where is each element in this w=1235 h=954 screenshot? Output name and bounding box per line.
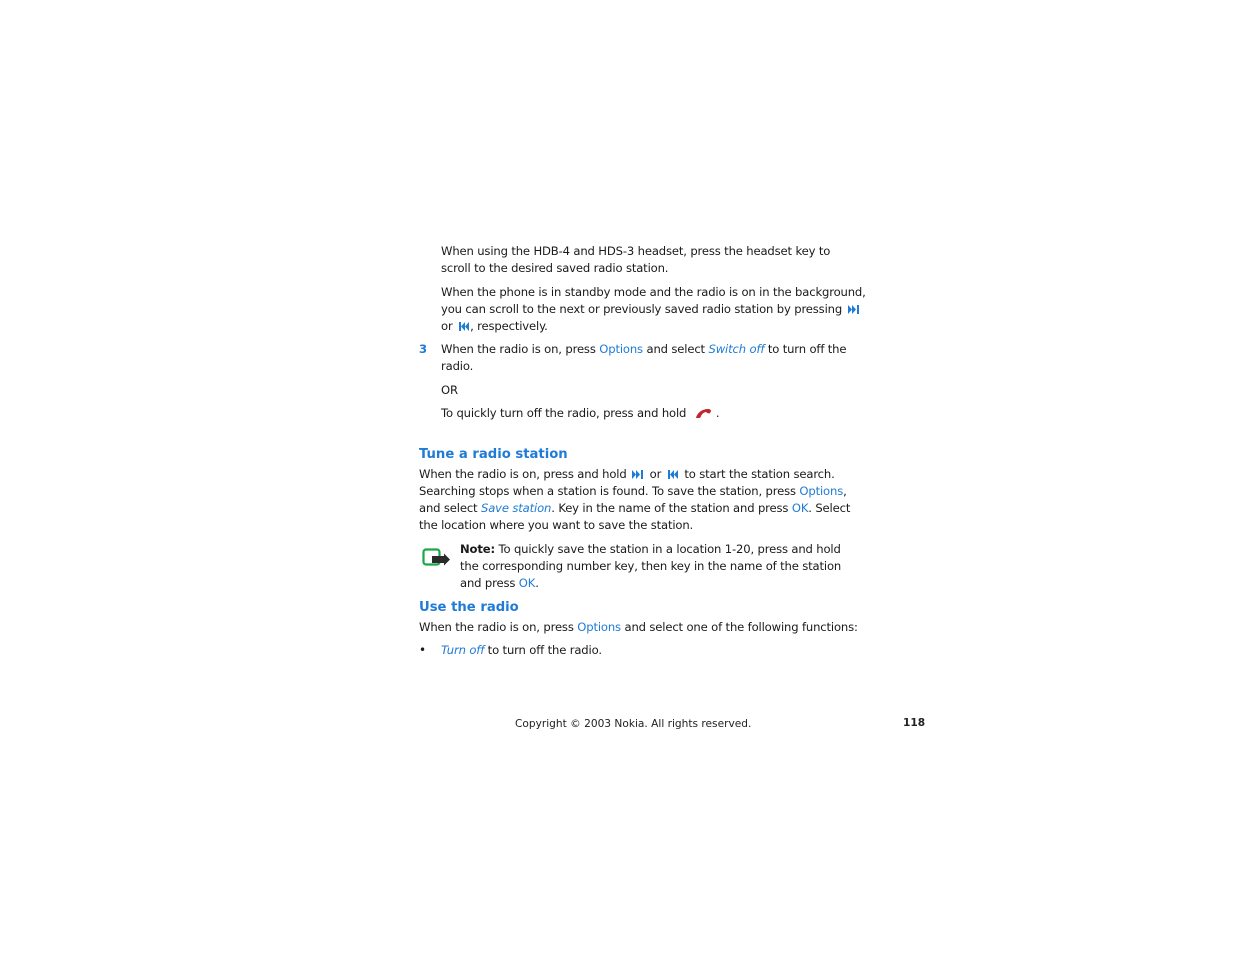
period-text: . [715,406,720,420]
paragraph-standby-line1: When the phone is in standby mode and th… [441,285,866,299]
use-text-a: When the radio is on, press [419,620,574,634]
options-softkey: Options [599,342,643,356]
paragraph-standby-line2: you can scroll to the next or previously… [441,301,862,319]
step3-text-c: to turn off the [767,342,847,356]
step3-line2: radio. [441,359,474,373]
heading-tune-radio-station: Tune a radio station [419,447,568,462]
tune-line2: Searching stops when a station is found.… [419,483,847,500]
paragraph-headset-line2: scroll to the desired saved radio statio… [441,261,669,275]
comma-text: , [843,484,847,498]
or-separator: OR [441,383,458,397]
tune-text-l3b: . Key in the name of the station and pre… [551,501,789,515]
or-text: or [441,319,453,333]
options-softkey: Options [577,620,621,634]
copyright-footer: Copyright © 2003 Nokia. All rights reser… [515,718,752,730]
end-call-key-icon [695,407,712,424]
paragraph-headset-line1: When using the HDB-4 and HDS-3 headset, … [441,244,831,258]
note-line3: and press OK. [460,575,539,592]
next-track-icon [847,302,860,319]
note-text-l3a: and press [460,576,516,590]
step3-text-a: When the radio is on, press [441,342,596,356]
previous-track-icon [667,467,679,484]
note-text-l3b: . [535,576,539,590]
use-text-b: and select one of the following function… [624,620,858,634]
options-softkey: Options [799,484,844,498]
quick-turn-off-line: To quickly turn off the radio, press and… [441,405,720,424]
tune-line1: When the radio is on, press and hold or … [419,466,835,484]
save-station-menu-item: Save station [481,501,552,515]
step-number: 3 [419,342,428,356]
bullet-marker: • [419,643,427,657]
paragraph-standby-line3: or , respectively. [441,318,548,336]
tune-text-or: or [649,467,662,481]
note-icon [422,548,452,572]
heading-use-the-radio: Use the radio [419,600,519,615]
tune-line3: and select Save station. Key in the name… [419,500,850,517]
note-line1: Note: To quickly save the station in a l… [460,541,841,558]
page-number: 118 [903,717,926,729]
note-text-l1: To quickly save the station in a locatio… [498,542,841,556]
tune-text-l2: Searching stops when a station is found.… [419,484,796,498]
tune-text-l3a: and select [419,501,478,515]
use-line1: When the radio is on, press Options and … [419,619,858,636]
step3-text-b: and select [646,342,706,356]
tune-text-l3c: . Select [808,501,851,515]
previous-track-icon [458,319,470,336]
bullet-item-turn-off: Turn off to turn off the radio. [441,642,602,659]
switch-off-menu-item: Switch off [708,342,765,356]
tune-line4: the location where you want to save the … [419,518,694,532]
respectively-text: , respectively. [470,319,548,333]
paragraph-standby-text: you can scroll to the next or previously… [441,302,843,316]
turn-off-menu-item: Turn off [441,643,485,657]
document-page: When using the HDB-4 and HDS-3 headset, … [0,0,1235,954]
quick-turn-off-text: To quickly turn off the radio, press and… [441,406,687,420]
next-track-icon [632,467,644,484]
ok-softkey: OK [791,501,809,515]
ok-softkey: OK [518,576,536,590]
note-label: Note: [460,542,495,556]
note-line2: the corresponding number key, then key i… [460,559,842,573]
turn-off-description: to turn off the radio. [487,643,602,657]
tune-text-a: When the radio is on, press and hold [419,467,627,481]
tune-text-c: to start the station search. [684,467,835,481]
step3-line1: When the radio is on, press Options and … [441,341,847,358]
